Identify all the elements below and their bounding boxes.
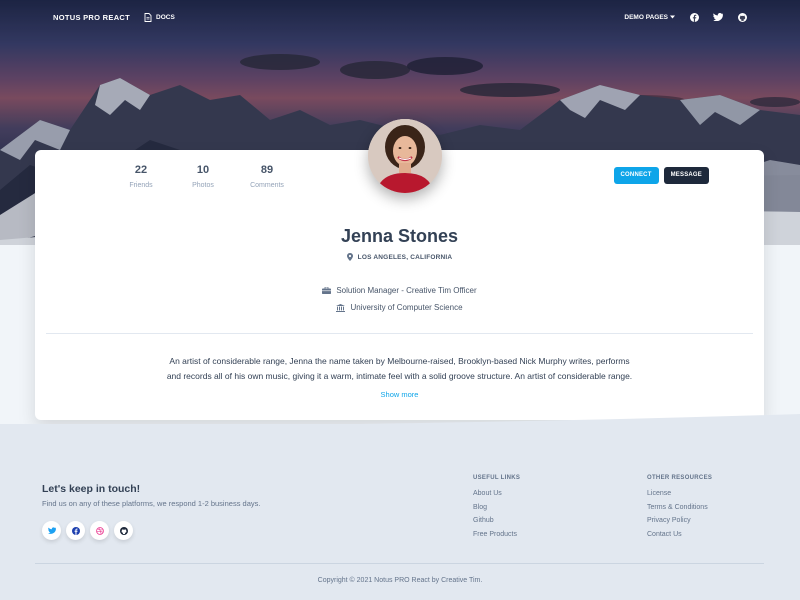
card-divider <box>46 333 753 334</box>
footer: Let's keep in touch! Find us on any of t… <box>0 414 800 600</box>
footer-curve <box>0 414 800 428</box>
footer-link-free-products[interactable]: Free Products <box>473 528 520 542</box>
location-text: Los Angeles, California <box>357 253 453 261</box>
stat-value: 10 <box>196 164 210 176</box>
stat-comments: 89 Comments <box>247 164 287 189</box>
avatar-image <box>368 119 442 193</box>
stat-label: Comments <box>250 182 284 189</box>
footer-link-blog[interactable]: Blog <box>473 501 520 515</box>
facebook-icon <box>71 526 80 535</box>
bio-line: and records all of his own music, giving… <box>166 371 633 381</box>
footer-link-terms[interactable]: Terms & Conditions <box>647 501 712 515</box>
facebook-link[interactable] <box>689 12 699 22</box>
other-resources-column: Other Resources License Terms & Conditio… <box>647 475 712 541</box>
briefcase-icon <box>322 287 332 294</box>
useful-links-heading: Useful Links <box>473 475 521 481</box>
navbar-right: Demo Pages <box>624 12 747 22</box>
profile-job: Solution Manager - Creative Tim Officer <box>35 286 764 295</box>
twitter-icon <box>47 527 56 534</box>
facebook-icon <box>689 12 699 22</box>
avatar <box>368 119 442 193</box>
github-icon <box>119 526 128 535</box>
dribbble-button[interactable] <box>90 521 109 540</box>
footer-link-privacy[interactable]: Privacy Policy <box>647 514 712 528</box>
copyright-text: Copyright © 2021 Notus PRO React by Crea… <box>317 577 483 584</box>
footer-divider <box>35 563 764 564</box>
other-resources-heading: Other Resources <box>647 475 713 481</box>
profile-stats: 22 Friends 10 Photos 89 Comments <box>125 164 287 189</box>
bio-line: An artist of considerable range, Jenna t… <box>169 356 630 366</box>
navbar: Notus PRO React Docs Demo Pages <box>0 0 800 34</box>
profile-education: University of Computer Science <box>35 303 764 312</box>
education-text: University of Computer Science <box>350 303 463 312</box>
docs-label: Docs <box>156 13 175 21</box>
stat-value: 22 <box>134 164 148 176</box>
stat-friends: 22 Friends <box>125 164 157 189</box>
profile-name: Jenna Stones <box>340 226 459 246</box>
profile-location: Los Angeles, California <box>35 253 764 261</box>
stat-photos: 10 Photos <box>187 164 219 189</box>
map-marker-icon <box>346 253 353 261</box>
show-more-label: Show more <box>380 390 419 399</box>
footer-link-contact[interactable]: Contact Us <box>647 528 712 542</box>
stat-label: Photos <box>192 182 214 189</box>
profile-bio: An artist of considerable range, Jenna t… <box>35 354 764 384</box>
twitter-button[interactable] <box>42 521 61 540</box>
profile-actions: Connect Message <box>613 167 709 184</box>
message-button[interactable]: Message <box>663 167 709 184</box>
facebook-button[interactable] <box>66 521 85 540</box>
connect-button[interactable]: Connect <box>613 167 659 184</box>
demo-pages-label: Demo Pages <box>624 13 668 21</box>
twitter-icon <box>713 13 723 21</box>
dribbble-icon <box>95 526 104 535</box>
brand-link[interactable]: Notus PRO React <box>53 13 130 22</box>
github-icon <box>737 12 747 22</box>
footer-subtitle: Find us on any of these platforms, we re… <box>42 499 261 508</box>
docs-icon <box>144 12 152 22</box>
github-button[interactable] <box>114 521 133 540</box>
docs-link[interactable]: Docs <box>144 12 175 22</box>
demo-pages-dropdown[interactable]: Demo Pages <box>624 14 675 21</box>
useful-links-column: Useful Links About Us Blog Github Free P… <box>473 475 520 541</box>
footer-socials <box>42 521 133 540</box>
footer-link-license[interactable]: License <box>647 487 712 501</box>
job-text: Solution Manager - Creative Tim Officer <box>336 286 477 295</box>
chevron-down-icon <box>670 15 675 19</box>
github-link[interactable] <box>737 12 747 22</box>
show-more-link[interactable]: Show more <box>35 390 764 399</box>
stat-label: Friends <box>129 182 153 189</box>
stat-value: 89 <box>260 164 274 176</box>
footer-title: Let's keep in touch! <box>42 483 141 495</box>
twitter-link[interactable] <box>713 12 723 22</box>
university-icon <box>336 303 346 312</box>
footer-link-about-us[interactable]: About Us <box>473 487 520 501</box>
footer-link-github[interactable]: Github <box>473 514 520 528</box>
